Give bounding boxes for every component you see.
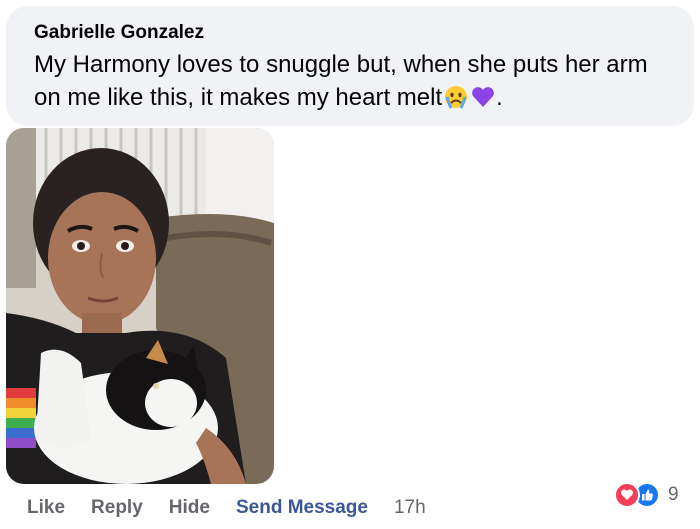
- reaction-summary[interactable]: 9: [614, 480, 679, 510]
- purple-heart-emoji-icon: [470, 84, 496, 110]
- reply-button[interactable]: Reply: [91, 497, 143, 519]
- comment-trailing-text: .: [496, 84, 503, 111]
- comment-photo[interactable]: [6, 128, 274, 484]
- comment-actions: Like Reply Hide Send Message 17h: [27, 495, 426, 521]
- comment-author[interactable]: Gabrielle Gonzalez: [34, 22, 694, 44]
- comment-text: My Harmony loves to snuggle but, when sh…: [34, 48, 674, 114]
- send-message-button[interactable]: Send Message: [236, 497, 368, 519]
- reaction-count: 9: [668, 484, 679, 505]
- like-button[interactable]: Like: [27, 497, 65, 519]
- comment-body: My Harmony loves to snuggle but, when sh…: [34, 51, 648, 111]
- comment-bubble: Gabrielle Gonzalez My Harmony loves to s…: [6, 6, 694, 126]
- photo-woman-with-cat-icon: [6, 128, 274, 484]
- comment-timestamp[interactable]: 17h: [394, 497, 426, 519]
- hide-button[interactable]: Hide: [169, 497, 210, 519]
- love-reaction-icon: [614, 482, 640, 508]
- crying-face-emoji-icon: [443, 84, 469, 110]
